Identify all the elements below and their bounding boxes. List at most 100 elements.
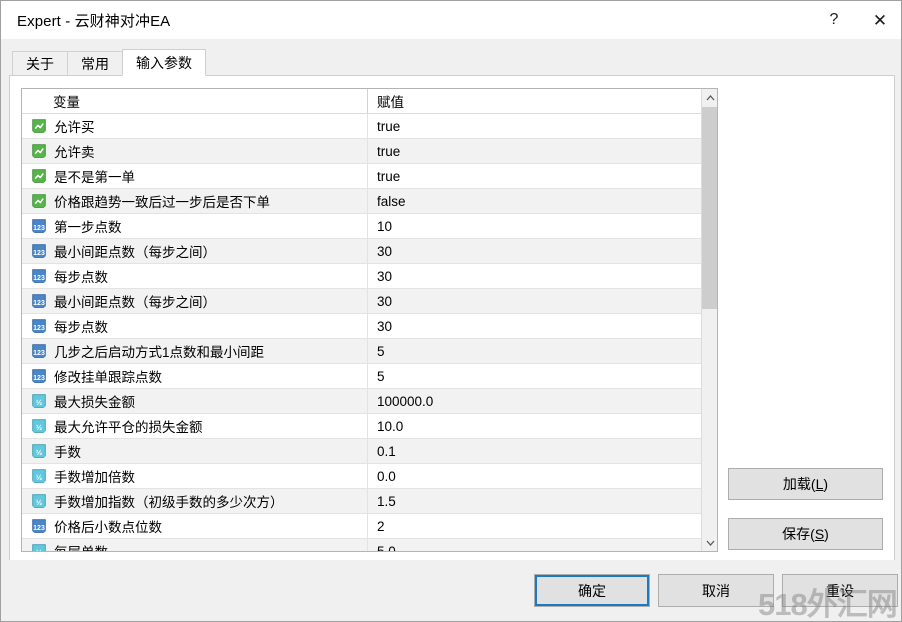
tab-inputs-label: 输入参数	[136, 54, 192, 71]
parameter-value-cell[interactable]: true	[368, 164, 702, 188]
parameter-name-cell: 123 最小间距点数（每步之间）	[22, 289, 368, 313]
parameter-value-cell[interactable]: 30	[368, 314, 702, 338]
grid-vertical-scrollbar[interactable]	[701, 89, 717, 551]
scroll-down-icon[interactable]	[702, 534, 717, 551]
column-header-value[interactable]: 赋值	[368, 89, 702, 113]
ok-button[interactable]: 确定	[534, 574, 650, 607]
tab-common[interactable]: 常用	[67, 51, 123, 76]
parameter-value-cell[interactable]: 5.0	[368, 539, 702, 552]
tab-inputs[interactable]: 输入参数	[122, 49, 206, 76]
parameter-value-label: 0.0	[377, 468, 396, 484]
parameter-value-cell[interactable]: 30	[368, 264, 702, 288]
parameter-value-cell[interactable]: true	[368, 139, 702, 163]
parameter-value-cell[interactable]: 100000.0	[368, 389, 702, 413]
parameter-value-label: 0.1	[377, 443, 396, 459]
parameter-name-label: 每层单数	[54, 541, 108, 551]
table-row[interactable]: 123 修改挂单跟踪点数 5	[22, 364, 702, 389]
table-row[interactable]: 价格跟趋势一致后过一步后是否下单 false	[22, 189, 702, 214]
int-icon: 123	[32, 318, 46, 334]
table-row[interactable]: 123 几步之后启动方式1点数和最小间距 5	[22, 339, 702, 364]
cancel-button-label: 取消	[702, 582, 730, 599]
save-button[interactable]: 保存(S)	[728, 518, 883, 550]
parameter-name-label: 每步点数	[54, 320, 108, 335]
parameter-name-cell: ½ 最大允许平仓的损失金额	[22, 414, 368, 438]
table-row[interactable]: 允许卖 true	[22, 139, 702, 164]
parameter-value-cell[interactable]: 10	[368, 214, 702, 238]
table-row[interactable]: 123 每步点数 30	[22, 264, 702, 289]
tab-about-label: 关于	[26, 55, 54, 72]
scrollbar-thumb[interactable]	[702, 107, 717, 309]
parameter-value-cell[interactable]: false	[368, 189, 702, 213]
parameter-name-cell: 123 价格后小数点位数	[22, 514, 368, 538]
load-button[interactable]: 加载(L)	[728, 468, 883, 500]
double-icon: ½	[32, 443, 46, 459]
grid-header-row: 变量 赋值	[22, 89, 702, 114]
inputs-grid: 变量 赋值 允许买 true 允许卖 true 是不是第一单 true 价格跟趋势一致后过一…	[21, 88, 718, 552]
parameter-name-cell: ½ 手数增加指数（初级手数的多少次方）	[22, 489, 368, 513]
table-row[interactable]: ½ 手数增加指数（初级手数的多少次方） 1.5	[22, 489, 702, 514]
parameter-name-label: 价格后小数点位数	[54, 520, 162, 535]
parameter-name-cell: ½ 最大损失金额	[22, 389, 368, 413]
parameter-name-label: 允许买	[54, 120, 95, 135]
double-icon: ½	[32, 393, 46, 409]
svg-text:123: 123	[33, 275, 45, 282]
table-row[interactable]: 123 第一步点数 10	[22, 214, 702, 239]
scroll-up-icon[interactable]	[702, 89, 717, 106]
parameter-value-cell[interactable]: true	[368, 114, 702, 138]
parameter-value-cell[interactable]: 5	[368, 364, 702, 388]
table-row[interactable]: ½ 手数增加倍数 0.0	[22, 464, 702, 489]
svg-text:½: ½	[36, 448, 42, 457]
reset-button[interactable]: 重设	[782, 574, 898, 607]
svg-text:123: 123	[33, 225, 45, 232]
parameter-name-label: 最大损失金额	[54, 395, 135, 410]
table-row[interactable]: 123 最小间距点数（每步之间） 30	[22, 289, 702, 314]
parameter-name-label: 手数增加倍数	[54, 470, 135, 485]
table-row[interactable]: 是不是第一单 true	[22, 164, 702, 189]
int-icon: 123	[32, 268, 46, 284]
int-icon: 123	[32, 368, 46, 384]
table-row[interactable]: 123 每步点数 30	[22, 314, 702, 339]
parameter-value-cell[interactable]: 30	[368, 239, 702, 263]
window-controls: ? ✕	[811, 1, 901, 39]
close-icon[interactable]: ✕	[857, 1, 901, 39]
title-bar: Expert - 云财神对冲EA ? ✕	[1, 1, 901, 39]
svg-text:½: ½	[36, 498, 42, 507]
parameter-value-label: 30	[377, 293, 393, 309]
help-icon[interactable]: ?	[811, 1, 857, 39]
parameter-name-label: 最小间距点数（每步之间）	[54, 295, 216, 310]
parameter-value-cell[interactable]: 0.0	[368, 464, 702, 488]
table-row[interactable]: ½ 最大允许平仓的损失金额 10.0	[22, 414, 702, 439]
parameter-name-cell: ½ 手数增加倍数	[22, 464, 368, 488]
parameter-value-label: 2	[377, 518, 385, 534]
parameter-value-label: 10.0	[377, 418, 404, 434]
parameter-value-label: false	[377, 193, 406, 209]
svg-text:123: 123	[33, 525, 45, 532]
parameter-value-cell[interactable]: 0.1	[368, 439, 702, 463]
table-row[interactable]: 允许买 true	[22, 114, 702, 139]
double-icon: ½	[32, 418, 46, 434]
tab-page-inputs: 变量 赋值 允许买 true 允许卖 true 是不是第一单 true 价格跟趋势一致后过一…	[9, 75, 895, 562]
parameter-value-cell[interactable]: 30	[368, 289, 702, 313]
parameter-name-cell: 123 第一步点数	[22, 214, 368, 238]
parameter-value-cell[interactable]: 5	[368, 339, 702, 363]
table-row[interactable]: ½ 最大损失金额 100000.0	[22, 389, 702, 414]
parameter-name-label: 手数	[54, 445, 81, 460]
parameter-name-cell: 允许卖	[22, 139, 368, 163]
tab-about[interactable]: 关于	[12, 51, 68, 76]
parameter-value-cell[interactable]: 10.0	[368, 414, 702, 438]
table-row[interactable]: ½ 每层单数 5.0	[22, 539, 702, 552]
parameter-name-cell: ½ 手数	[22, 439, 368, 463]
column-header-variable[interactable]: 变量	[22, 89, 368, 113]
double-icon: ½	[32, 493, 46, 509]
parameter-value-cell[interactable]: 2	[368, 514, 702, 538]
table-row[interactable]: ½ 手数 0.1	[22, 439, 702, 464]
column-header-value-label: 赋值	[377, 95, 404, 110]
cancel-button[interactable]: 取消	[658, 574, 774, 607]
table-row[interactable]: 123 最小间距点数（每步之间） 30	[22, 239, 702, 264]
parameter-value-label: true	[377, 168, 401, 184]
parameter-value-cell[interactable]: 1.5	[368, 489, 702, 513]
svg-text:½: ½	[36, 398, 42, 407]
parameter-name-cell: ½ 每层单数	[22, 539, 368, 551]
bool-icon	[32, 168, 46, 184]
table-row[interactable]: 123 价格后小数点位数 2	[22, 514, 702, 539]
